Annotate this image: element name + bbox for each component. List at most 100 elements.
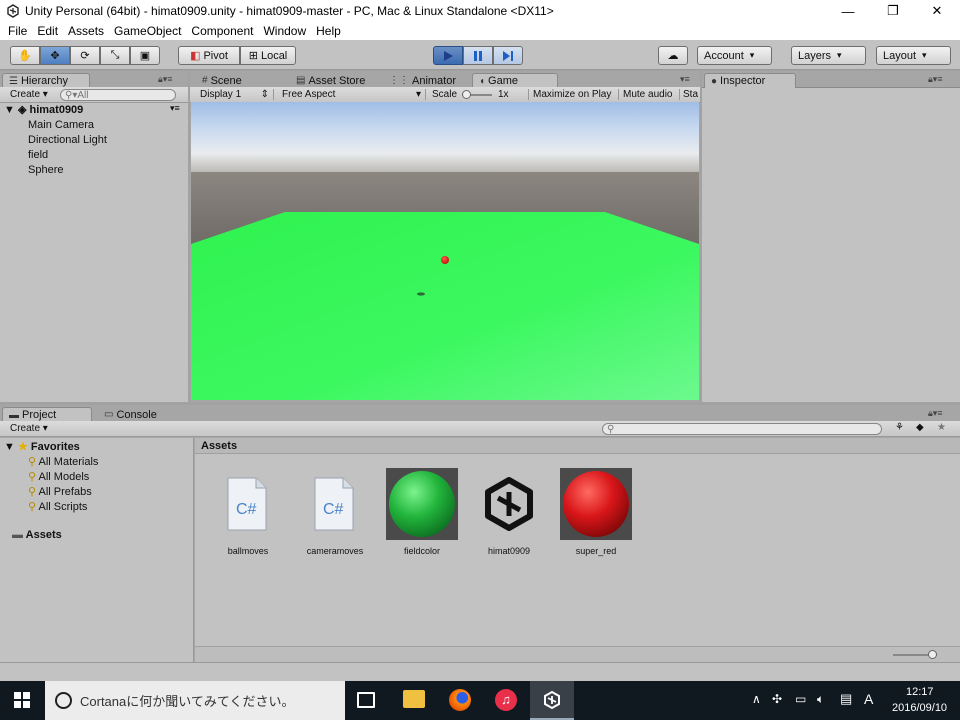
show-hidden-icons-chevron-icon[interactable]: ∧ — [752, 692, 761, 706]
ime-indicator[interactable]: A — [864, 691, 873, 707]
menu-file[interactable]: File — [3, 24, 32, 38]
layers-dropdown[interactable]: Layers — [791, 46, 866, 65]
center-menu-icon[interactable]: ▾≡ — [680, 74, 690, 85]
asset-cameramoves[interactable]: C# cameramoves — [295, 468, 375, 558]
windows-start-button[interactable] — [14, 692, 30, 711]
clock-date[interactable]: 2016/09/10 — [892, 702, 947, 714]
project-lock-icon[interactable]: 🔒︎▾≡ — [928, 408, 943, 419]
project-create-button[interactable]: Create ▾ — [10, 423, 48, 434]
hierarchy-item-directional-light[interactable]: Directional Light — [28, 134, 107, 146]
aspect-label: Free Aspect — [282, 89, 336, 100]
asset-fieldcolor[interactable]: fieldcolor — [382, 468, 462, 558]
unity-taskbar-button[interactable] — [530, 681, 574, 720]
hierarchy-item-main-camera[interactable]: Main Camera — [28, 119, 94, 131]
scale-label: Scale — [432, 89, 458, 100]
maximize-button[interactable]: ❐ — [870, 0, 916, 22]
menu-gameobject[interactable]: GameObject — [109, 24, 186, 38]
cloud-button[interactable]: ☁ — [658, 46, 688, 65]
tab-game[interactable]: ◖ Game — [472, 73, 558, 88]
tab-animator[interactable]: ⋮⋮ Animator — [383, 73, 462, 88]
scene-menu-icon[interactable]: ▾≡ — [170, 103, 180, 114]
game-viewport[interactable] — [191, 102, 699, 400]
local-toggle[interactable]: ⊞ Local — [240, 46, 296, 65]
filter-by-type-icon[interactable]: ⚘ — [895, 422, 904, 433]
layout-dropdown[interactable]: Layout — [876, 46, 951, 65]
favorite-all-materials[interactable]: ⚲ All Materials — [28, 455, 98, 468]
pause-button[interactable] — [463, 46, 493, 65]
asset-super-red[interactable]: super_red — [556, 468, 636, 558]
assets-node[interactable]: ▬ Assets — [12, 529, 62, 541]
tab-scene[interactable]: # Scene — [196, 73, 248, 88]
file-explorer-icon[interactable] — [403, 690, 425, 708]
menu-edit[interactable]: Edit — [32, 24, 63, 38]
hierarchy-search-input[interactable]: ⚲▾ All — [60, 89, 176, 101]
tab-console-label: Console — [116, 408, 157, 421]
scale-tool-button[interactable]: ⤡ — [100, 46, 130, 65]
hierarchy-item-sphere[interactable]: Sphere — [28, 164, 63, 176]
local-icon: ⊞ — [248, 50, 258, 62]
tab-asset-store[interactable]: ▤ Asset Store — [290, 73, 371, 88]
tab-project[interactable]: ▬ Project — [2, 407, 92, 422]
itunes-icon[interactable]: ♫ — [495, 689, 517, 711]
close-button[interactable]: ✕ — [914, 0, 960, 22]
filter-by-label-icon[interactable]: ◆ — [916, 422, 924, 433]
project-search-input[interactable]: ⚲ — [602, 423, 882, 435]
scale-slider-handle[interactable] — [462, 90, 471, 99]
list-icon: ☰ — [9, 75, 18, 87]
firefox-icon[interactable] — [449, 689, 471, 711]
move-tool-button[interactable]: ✥ — [40, 46, 70, 65]
tray-app-icon[interactable]: ✣ — [772, 692, 782, 706]
tab-console[interactable]: ▭ Console — [98, 407, 163, 422]
hierarchy-create-button[interactable]: Create ▾ — [10, 89, 48, 100]
aspect-dropdown[interactable]: Free Aspect ▾ — [276, 89, 426, 100]
tab-hierarchy-label: Hierarchy — [20, 75, 69, 87]
red-material-icon — [560, 468, 632, 540]
minimize-button[interactable]: — — [825, 0, 871, 22]
account-dropdown[interactable]: Account — [697, 46, 772, 65]
task-view-icon[interactable] — [357, 692, 375, 708]
pacman-icon: ◖ — [479, 75, 486, 87]
rotate-icon: ⟳ — [80, 50, 90, 62]
cortana-search-box[interactable]: Cortanaに何か聞いてみてください。 — [45, 681, 345, 720]
game-scene-svg — [191, 212, 699, 400]
asset-ballmoves[interactable]: C# ballmoves — [208, 468, 288, 558]
icon-size-slider-handle[interactable] — [928, 650, 937, 659]
favorite-all-models[interactable]: ⚲ All Models — [28, 470, 89, 483]
display-dropdown[interactable]: Display 1 ⇕ — [194, 89, 274, 100]
cortana-placeholder: Cortanaに何か聞いてみてください。 — [80, 694, 295, 709]
menu-component[interactable]: Component — [186, 24, 258, 38]
asset-himat0909[interactable]: himat0909 — [469, 468, 549, 558]
favorite-all-scripts[interactable]: ⚲ All Scripts — [28, 500, 87, 513]
hierarchy-item-field[interactable]: field — [28, 149, 48, 161]
step-button[interactable] — [493, 46, 523, 65]
maximize-on-play-toggle[interactable]: Maximize on Play — [528, 89, 615, 100]
rotate-tool-button[interactable]: ⟳ — [70, 46, 100, 65]
scale-icon: ⤡ — [110, 49, 120, 61]
mute-audio-toggle[interactable]: Mute audio — [618, 89, 676, 100]
hand-tool-button[interactable]: ✋ — [10, 46, 40, 65]
search-icon: ⚲ — [28, 486, 37, 498]
scene-root[interactable]: ▼ ◈ himat0909 ▾≡ — [4, 103, 188, 116]
menu-assets[interactable]: Assets — [63, 24, 109, 38]
search-icon: ⚲ — [28, 471, 37, 483]
stats-toggle[interactable]: Sta — [679, 89, 701, 100]
pivot-toggle[interactable]: ◧ Pivot — [178, 46, 240, 65]
favorite-star-icon[interactable]: ★ — [937, 422, 946, 433]
status-bar — [0, 662, 960, 681]
play-button[interactable] — [433, 46, 463, 65]
network-icon[interactable]: ▭ — [795, 692, 806, 706]
volume-icon[interactable]: 🔈︎ — [817, 692, 824, 707]
favorites-node[interactable]: ▼ ★ Favorites — [4, 440, 80, 453]
tab-inspector[interactable]: ● Inspector — [704, 73, 796, 88]
menu-window[interactable]: Window — [258, 24, 311, 38]
favorite-all-prefabs[interactable]: ⚲ All Prefabs — [28, 485, 92, 498]
tab-hierarchy[interactable]: ☰ Hierarchy — [2, 73, 90, 88]
menu-help[interactable]: Help — [311, 24, 346, 38]
project-create-label: Create — [10, 423, 41, 434]
clock-time[interactable]: 12:17 — [906, 686, 934, 698]
rect-tool-button[interactable]: ▣ — [130, 46, 160, 65]
unity-scene-icon — [485, 477, 533, 531]
action-center-icon[interactable]: ▤ — [840, 691, 852, 707]
lock-icon[interactable]: 🔒︎▾≡ — [158, 74, 173, 85]
inspector-lock-icon[interactable]: 🔒︎▾≡ — [928, 74, 943, 85]
